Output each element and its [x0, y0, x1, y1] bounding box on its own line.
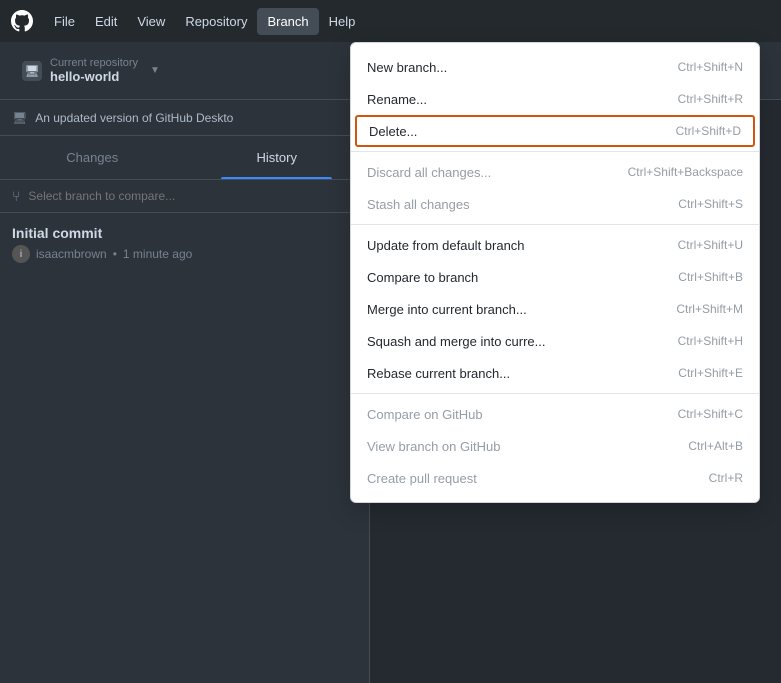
- menu-section-3: Update from default branch Ctrl+Shift+U …: [351, 224, 759, 393]
- menu-item-rename[interactable]: Rename... Ctrl+Shift+R: [351, 83, 759, 115]
- menu-repository[interactable]: Repository: [175, 8, 257, 35]
- tabs: Changes History: [0, 136, 369, 180]
- menu-file[interactable]: File: [44, 8, 85, 35]
- branch-icon: ⑂: [12, 188, 20, 204]
- tab-changes[interactable]: Changes: [0, 136, 185, 179]
- sidebar: Changes History ⑂ Initial commit i isaac…: [0, 136, 370, 683]
- menu-item-view-branch-github: View branch on GitHub Ctrl+Alt+B: [351, 430, 759, 462]
- commit-author: isaacmbrown: [36, 247, 107, 261]
- commit-separator: •: [113, 247, 117, 261]
- menu-edit[interactable]: Edit: [85, 8, 127, 35]
- menu-help[interactable]: Help: [319, 8, 366, 35]
- menu-item-compare-github: Compare on GitHub Ctrl+Shift+C: [351, 398, 759, 430]
- menu-item-new-branch[interactable]: New branch... Ctrl+Shift+N: [351, 51, 759, 83]
- branch-compare-input[interactable]: [28, 189, 357, 203]
- menu-item-update-default[interactable]: Update from default branch Ctrl+Shift+U: [351, 229, 759, 261]
- menu-item-discard-all: Discard all changes... Ctrl+Shift+Backsp…: [351, 156, 759, 188]
- avatar: i: [12, 245, 30, 263]
- github-logo: [8, 7, 36, 35]
- menu-view[interactable]: View: [127, 8, 175, 35]
- menu-item-stash-all: Stash all changes Ctrl+Shift+S: [351, 188, 759, 220]
- menu-item-compare-branch[interactable]: Compare to branch Ctrl+Shift+B: [351, 261, 759, 293]
- repo-info: Current repository hello-world: [50, 57, 138, 84]
- tab-history[interactable]: History: [185, 136, 370, 179]
- menu-item-rebase[interactable]: Rebase current branch... Ctrl+Shift+E: [351, 357, 759, 389]
- menu-item-delete[interactable]: Delete... Ctrl+Shift+D: [355, 115, 755, 147]
- menu-item-merge[interactable]: Merge into current branch... Ctrl+Shift+…: [351, 293, 759, 325]
- menu-item-squash-merge[interactable]: Squash and merge into curre... Ctrl+Shif…: [351, 325, 759, 357]
- menu-branch[interactable]: Branch: [257, 8, 318, 35]
- repo-selector[interactable]: 🖥 Current repository hello-world ▼: [12, 51, 170, 90]
- repo-icon: 🖥: [22, 61, 42, 81]
- commit-title: Initial commit: [12, 225, 357, 241]
- menu-bar: File Edit View Repository Branch Help: [0, 0, 781, 42]
- notification-text: An updated version of GitHub Deskto: [35, 111, 233, 125]
- menu-section-1: New branch... Ctrl+Shift+N Rename... Ctr…: [351, 47, 759, 151]
- commit-meta: i isaacmbrown • 1 minute ago: [12, 245, 357, 263]
- menu-section-4: Compare on GitHub Ctrl+Shift+C View bran…: [351, 393, 759, 498]
- repo-name: hello-world: [50, 69, 138, 84]
- menu-item-create-pr: Create pull request Ctrl+R: [351, 462, 759, 494]
- chevron-down-icon: ▼: [150, 65, 160, 76]
- monitor-icon: 🖥: [12, 111, 27, 125]
- repo-label: Current repository: [50, 57, 138, 69]
- commit-time: 1 minute ago: [123, 247, 192, 261]
- menu-section-2: Discard all changes... Ctrl+Shift+Backsp…: [351, 151, 759, 224]
- notification-bar: 🖥 An updated version of GitHub Deskto: [0, 100, 370, 136]
- branch-dropdown-menu: New branch... Ctrl+Shift+N Rename... Ctr…: [350, 42, 760, 503]
- branch-compare-bar[interactable]: ⑂: [0, 180, 369, 213]
- commit-list: Initial commit i isaacmbrown • 1 minute …: [0, 213, 369, 275]
